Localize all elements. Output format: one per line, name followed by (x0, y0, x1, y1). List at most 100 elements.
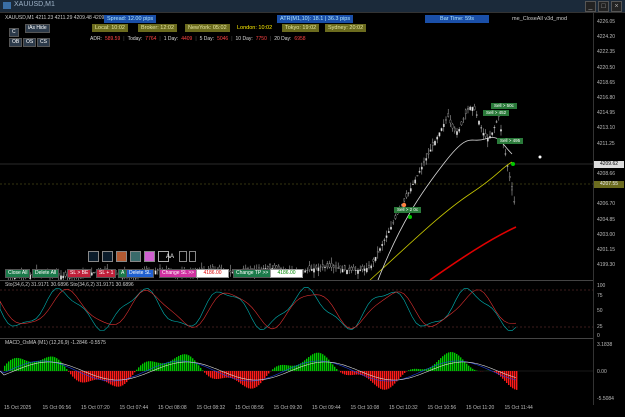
macd-bar (160, 363, 162, 371)
candle-body (332, 265, 335, 268)
ea-name: me_CloseAll v3d_mod (512, 16, 568, 22)
swatch[interactable] (102, 251, 113, 262)
adr-1day-value: 4409 (181, 36, 193, 42)
macd-bar (434, 363, 436, 371)
macd-bar (378, 371, 380, 388)
price-axis-label: 4222.35 (597, 49, 616, 56)
swatch[interactable] (88, 251, 99, 262)
close-icon[interactable]: × (611, 1, 622, 12)
macd-bar (132, 371, 134, 375)
time-axis-label: 15 Oct 10:56 (427, 405, 457, 411)
macd-bar (392, 371, 394, 386)
swatch[interactable] (116, 251, 127, 262)
bracket-box[interactable] (189, 251, 196, 262)
adr-20day-label: 20 Day: (274, 36, 292, 42)
time-axis-label: 15 Oct 08:08 (158, 405, 187, 411)
candle-body (469, 106, 472, 111)
macd-bar (104, 371, 106, 382)
sl-be-button[interactable]: SL > BE (67, 269, 92, 278)
spread-box: Spread: 12.00 pips (104, 15, 157, 23)
candle-body (306, 269, 309, 271)
macd-bar (390, 371, 392, 388)
macd-bar (258, 371, 260, 386)
macd-bar (346, 371, 348, 375)
macd-bar (264, 371, 266, 379)
candle-body (394, 215, 397, 219)
ias-hide-button[interactable]: iAs Hide (25, 24, 50, 33)
candle-body (449, 119, 452, 124)
candle-body (93, 272, 95, 273)
macd-bar (352, 371, 354, 375)
close-all-button[interactable]: Close All (5, 269, 31, 278)
macd-bar (386, 371, 388, 390)
macd-bar (14, 358, 16, 371)
macd-bar (272, 369, 274, 371)
tp-value-input[interactable]: 4186.00 (270, 269, 303, 278)
candle-body (348, 267, 351, 271)
macd-bar (110, 371, 112, 385)
candle-body (379, 248, 381, 251)
maximize-icon[interactable]: □ (598, 1, 609, 12)
macd-bar (130, 371, 132, 378)
price-chart-svg[interactable] (0, 44, 593, 280)
candle-body (425, 158, 428, 161)
swatch[interactable] (144, 251, 155, 262)
macd-bar (516, 371, 518, 390)
delete-sl-button[interactable]: Delete SL (126, 269, 154, 278)
adr-5day-label: 5 Day: (199, 36, 215, 42)
candle-body (372, 259, 375, 262)
stoch-svg[interactable] (0, 281, 593, 338)
macd-bar (394, 371, 396, 384)
stoch-main-line (0, 287, 517, 332)
candle-body (346, 269, 348, 275)
change-tp-button[interactable]: Change TP >> (233, 269, 272, 278)
macd-bar (382, 371, 384, 390)
macd-bar (326, 357, 328, 371)
macd-bar (226, 371, 228, 378)
macd-bar (436, 362, 438, 371)
macd-bar (512, 371, 514, 389)
macd-bar (514, 371, 516, 390)
candle-body (478, 120, 480, 125)
candle-body (352, 266, 355, 271)
macd-bar (410, 369, 412, 371)
macd-bar (210, 371, 212, 378)
candle-body (458, 129, 461, 132)
sl-plus-1-button[interactable]: SL + 1 (96, 269, 117, 278)
candle-body (511, 186, 513, 191)
macd-bar (214, 371, 216, 379)
price-axis-label: 4213.10 (597, 125, 616, 132)
change-sl-button[interactable]: Change SL >> (159, 269, 198, 278)
price-axis-label: 4206.70 (597, 201, 616, 208)
stoch-level-0: 0 (597, 333, 600, 339)
macd-bar (464, 361, 466, 371)
candle-body (350, 267, 353, 271)
session-newyork: NewYork: 05:02 (185, 24, 230, 32)
bracket-box[interactable] (179, 251, 187, 262)
macd-bar (74, 371, 76, 379)
macd-svg[interactable] (0, 339, 593, 404)
macd-bar (332, 364, 334, 371)
macd-bar (8, 361, 10, 371)
macd-bar (188, 355, 190, 371)
macd-bar (502, 371, 504, 379)
macd-bar (152, 361, 154, 371)
candle-body (405, 193, 408, 198)
macd-bar (240, 371, 242, 384)
time-axis-label: 15 Oct 10:08 (350, 405, 380, 411)
macd-bar (38, 360, 40, 371)
c-button[interactable]: C (9, 28, 19, 37)
price-axis-label: 4214.95 (597, 110, 616, 117)
macd-bar (402, 371, 404, 375)
sl-value-input[interactable]: 4186.00 (196, 269, 229, 278)
macd-level-bottom: -5.5084 (597, 396, 614, 402)
minimize-icon[interactable]: _ (585, 1, 596, 12)
macd-bar (136, 369, 138, 371)
macd-bar (166, 362, 168, 371)
candle-body (440, 128, 443, 131)
macd-bar (268, 371, 270, 374)
swatch[interactable] (130, 251, 141, 262)
macd-bar (142, 363, 144, 371)
delete-all-button[interactable]: Delete All (32, 269, 60, 278)
trade-label-2: Sell > 495 (497, 138, 524, 144)
